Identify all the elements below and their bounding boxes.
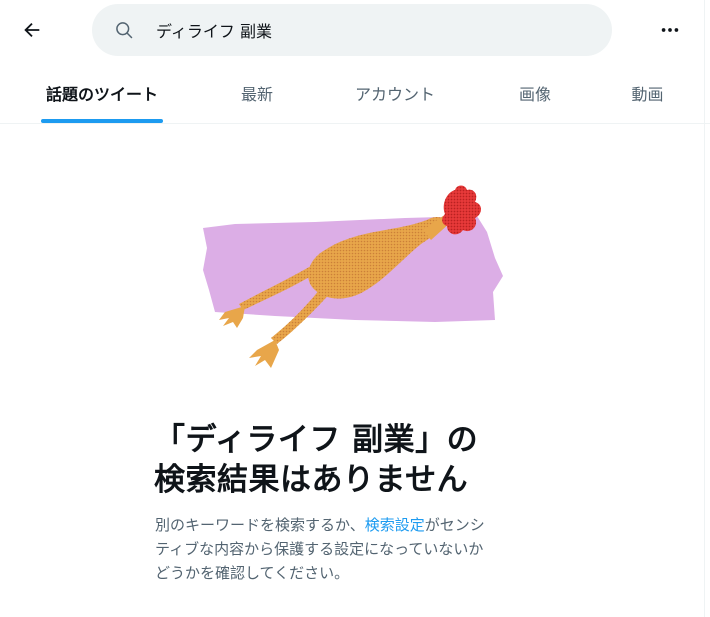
search-box[interactable] xyxy=(92,4,612,56)
tab-photos[interactable]: 画像 xyxy=(500,62,570,124)
rubber-chicken-illustration xyxy=(203,185,503,368)
search-input[interactable] xyxy=(156,4,586,56)
more-horizontal-icon xyxy=(661,28,679,32)
chicken-foot-lower xyxy=(249,340,279,368)
empty-state-title: 「ディライフ 副業」の 検索結果はありません xyxy=(154,420,574,500)
tab-people[interactable]: アカウント xyxy=(340,62,450,124)
arrow-left-icon xyxy=(24,22,40,38)
empty-state-title-line2: 検索結果はありません xyxy=(154,462,469,498)
active-tab-indicator xyxy=(41,119,163,123)
search-icon xyxy=(116,22,133,39)
back-button[interactable] xyxy=(12,10,52,50)
search-settings-link[interactable]: 検索設定 xyxy=(365,516,425,534)
empty-state-desc-line2: ティブな内容から保護する設定になっていないか xyxy=(155,540,484,558)
empty-state-desc-text: 別のキーワードを検索するか、 xyxy=(155,516,365,534)
more-options-button[interactable] xyxy=(650,10,690,50)
tab-latest[interactable]: 最新 xyxy=(222,62,292,124)
search-tabs: 話題のツイート 最新 アカウント 画像 動画 xyxy=(0,62,710,124)
search-results-page: 話題のツイート 最新 アカウント 画像 動画 xyxy=(0,0,710,617)
empty-state-desc-line3: どうかを確認してください。 xyxy=(155,564,350,582)
empty-state-title-line1: 「ディライフ 副業」の xyxy=(154,422,479,458)
empty-state-description: 別のキーワードを検索するか、検索設定がセンシ ティブな内容から保護する設定になっ… xyxy=(155,513,555,585)
tab-videos[interactable]: 動画 xyxy=(615,62,680,124)
column-border xyxy=(704,0,705,617)
tab-top[interactable]: 話題のツイート xyxy=(41,62,163,124)
empty-state-desc-text: がセンシ xyxy=(424,516,485,534)
search-header xyxy=(0,0,710,62)
